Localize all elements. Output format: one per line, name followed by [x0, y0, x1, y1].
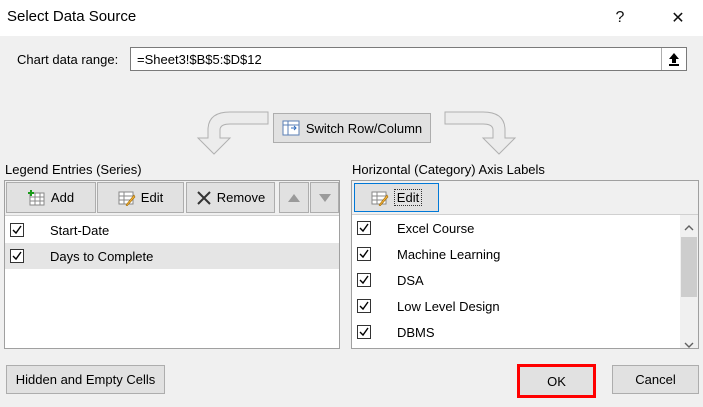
axis-row[interactable]: Machine Learning: [352, 241, 680, 267]
chart-range-value: =Sheet3!$B$5:$D$12: [137, 52, 262, 67]
legend-item-label: Days to Complete: [50, 248, 154, 264]
axis-row[interactable]: Excel Course: [352, 215, 680, 241]
move-up-button[interactable]: [279, 182, 309, 213]
axis-scrollbar[interactable]: [680, 215, 698, 348]
add-table-icon: [27, 189, 45, 205]
axis-item-label: DSA: [397, 272, 424, 288]
add-series-button[interactable]: Add: [6, 182, 96, 213]
axis-labels-panel: Edit Excel Course Machine Learning DSA L…: [351, 180, 699, 349]
remove-x-icon: [197, 190, 211, 205]
legend-checkbox-days-to-complete[interactable]: [10, 249, 24, 263]
check-icon: [359, 275, 369, 285]
axis-checkbox[interactable]: [357, 299, 371, 313]
cancel-button[interactable]: Cancel: [612, 365, 699, 394]
legend-checkbox-start-date[interactable]: [10, 223, 24, 237]
check-icon: [359, 249, 369, 259]
add-label: Add: [50, 190, 75, 205]
scroll-down-arrow-icon[interactable]: [684, 336, 694, 351]
right-curved-arrow-icon: [444, 111, 517, 155]
axis-checkbox[interactable]: [357, 273, 371, 287]
hidden-empty-cells-label: Hidden and Empty Cells: [15, 372, 156, 387]
axis-item-label: Low Level Design: [397, 298, 500, 314]
triangle-down-icon: [318, 193, 331, 202]
axis-labels-header: Horizontal (Category) Axis Labels: [352, 162, 545, 177]
collapse-arrow-icon: [669, 53, 679, 66]
hidden-empty-cells-button[interactable]: Hidden and Empty Cells: [6, 365, 165, 394]
edit-table-icon: [118, 191, 136, 206]
edit-axis-button[interactable]: Edit: [354, 183, 439, 212]
switch-row-column-button[interactable]: Switch Row/Column: [273, 113, 431, 143]
check-icon: [359, 301, 369, 311]
axis-row[interactable]: DBMS: [352, 319, 680, 345]
dialog-title: Select Data Source: [7, 8, 137, 25]
left-curved-arrow-icon: [196, 111, 269, 155]
axis-item-label: Machine Learning: [397, 246, 501, 262]
legend-row-days-to-complete[interactable]: Days to Complete: [5, 243, 339, 269]
axis-checkbox[interactable]: [357, 325, 371, 339]
edit-table-icon: [371, 191, 389, 206]
edit-series-button[interactable]: Edit: [97, 182, 184, 213]
switch-row-column-icon: [282, 120, 300, 136]
axis-checkbox[interactable]: [357, 221, 371, 235]
check-icon: [359, 223, 369, 233]
chart-range-label: Chart data range:: [17, 52, 119, 67]
axis-item-label: Excel Course: [397, 220, 475, 236]
help-button[interactable]: ?: [597, 0, 643, 36]
check-icon: [359, 327, 369, 337]
cancel-label: Cancel: [635, 372, 676, 387]
axis-row[interactable]: Low Level Design: [352, 293, 680, 319]
close-button[interactable]: ✕: [655, 0, 701, 36]
legend-row-start-date[interactable]: Start-Date: [5, 217, 339, 243]
axis-row[interactable]: DSA: [352, 267, 680, 293]
legend-item-label: Start-Date: [50, 222, 110, 238]
remove-series-button[interactable]: Remove: [186, 182, 275, 213]
axis-item-label: DBMS: [397, 324, 435, 340]
scroll-thumb[interactable]: [681, 237, 697, 297]
axis-checkbox[interactable]: [357, 247, 371, 261]
triangle-up-icon: [288, 193, 300, 202]
edit-axis-label: Edit: [393, 189, 423, 206]
title-bar: Select Data Source ? ✕: [0, 0, 703, 36]
ok-label: OK: [547, 373, 566, 389]
remove-label: Remove: [216, 190, 266, 205]
chart-range-input[interactable]: =Sheet3!$B$5:$D$12: [130, 47, 687, 71]
collapse-dialog-button[interactable]: [661, 48, 686, 70]
ok-button[interactable]: OK: [517, 364, 596, 398]
check-icon: [12, 225, 22, 235]
switch-row-column-label: Switch Row/Column: [305, 120, 423, 136]
legend-toolbar: Add Edit Remove: [5, 181, 339, 216]
axis-labels-list: Excel Course Machine Learning DSA Low Le…: [352, 215, 680, 348]
legend-entries-header: Legend Entries (Series): [5, 162, 142, 177]
check-icon: [12, 251, 22, 261]
scroll-up-arrow-icon[interactable]: [684, 219, 694, 234]
move-down-button[interactable]: [310, 182, 339, 213]
axis-toolbar: Edit: [352, 181, 698, 215]
edit-series-label: Edit: [140, 190, 164, 205]
legend-entries-panel: Add Edit Remove Start-Date Days to Compl…: [4, 180, 340, 349]
